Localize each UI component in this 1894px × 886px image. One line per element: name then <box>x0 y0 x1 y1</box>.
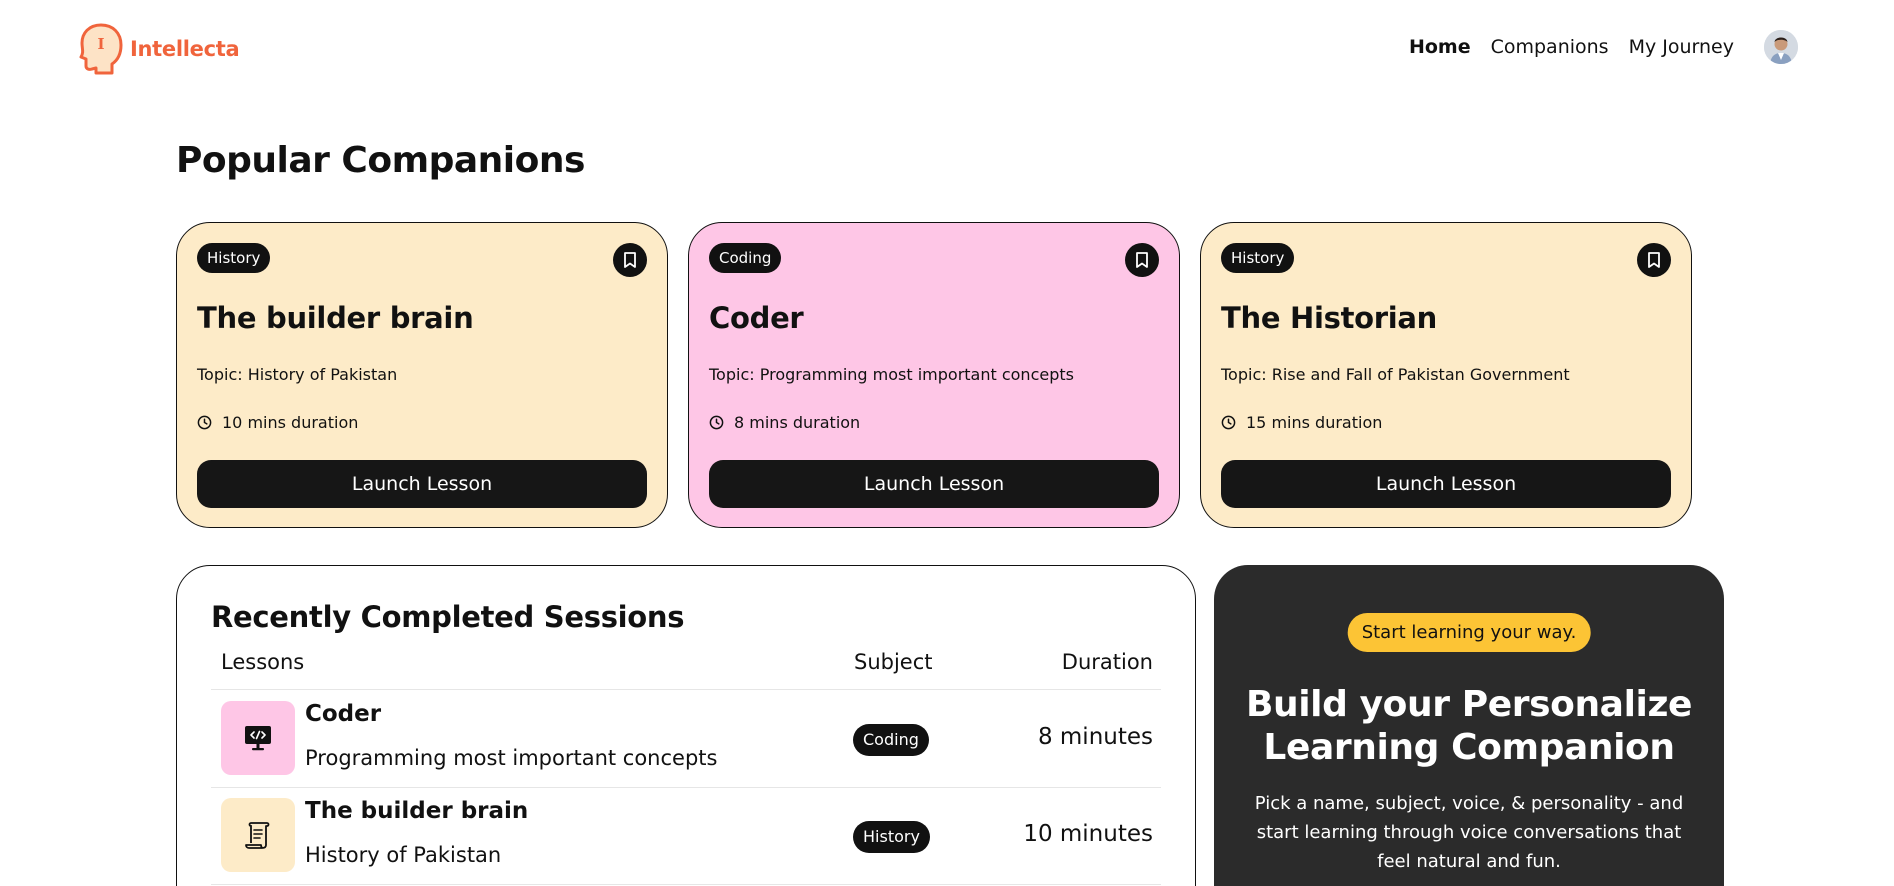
lesson-name: The builder brain <box>305 798 529 824</box>
clock-icon <box>197 415 212 430</box>
bookmark-button[interactable] <box>1637 243 1671 277</box>
subject-badge: History <box>1221 243 1295 273</box>
lesson-topic: Programming most important concepts <box>305 746 718 770</box>
user-avatar[interactable] <box>1764 30 1798 64</box>
bookmark-icon <box>1648 252 1660 268</box>
table-row[interactable]: The builder brain History of Pakistan Hi… <box>211 788 1161 885</box>
nav-link-home[interactable]: Home <box>1409 36 1471 58</box>
cta-pill-badge: Start learning your way. <box>1347 613 1591 652</box>
navbar: I Intellecta Home Companions My Journey <box>0 0 1894 96</box>
companion-name: The Historian <box>1221 301 1438 335</box>
brand-name: Intellecta <box>130 37 240 61</box>
user-avatar-image <box>1764 30 1798 64</box>
clock-icon <box>709 415 724 430</box>
companion-duration: 8 mins duration <box>709 413 860 432</box>
bookmark-button[interactable] <box>613 243 647 277</box>
head-logo-icon: I <box>79 23 123 75</box>
column-header-duration: Duration <box>1061 650 1153 674</box>
table-header: Lessons Subject Duration <box>211 650 1161 690</box>
companion-card: History The builder brain Topic: History… <box>176 222 668 528</box>
brand-logo[interactable]: I Intellecta <box>78 22 240 76</box>
lesson-duration: 8 minutes <box>1037 724 1153 750</box>
bookmark-icon <box>1136 252 1148 268</box>
subject-badge: History <box>197 243 271 273</box>
launch-lesson-button[interactable]: Launch Lesson <box>709 460 1159 508</box>
svg-text:I: I <box>97 35 104 53</box>
popular-companions-title: Popular Companions <box>176 140 585 181</box>
nav-link-my-journey[interactable]: My Journey <box>1629 36 1734 58</box>
cta-description: Pick a name, subject, voice, & personali… <box>1254 793 1684 872</box>
companion-duration: 15 mins duration <box>1221 413 1382 432</box>
lesson-icon-tile <box>221 798 295 872</box>
companion-name: The builder brain <box>197 301 474 335</box>
companion-card: History The Historian Topic: Rise and Fa… <box>1200 222 1692 528</box>
column-header-lessons: Lessons <box>221 650 305 674</box>
lesson-topic: History of Pakistan <box>305 843 502 867</box>
duration-text: 10 mins duration <box>222 413 359 432</box>
lesson-name: Coder <box>305 701 382 727</box>
subject-badge: Coding <box>853 724 929 756</box>
nav-links: Home Companions My Journey <box>1409 30 1798 64</box>
launch-lesson-button[interactable]: Launch Lesson <box>197 460 647 508</box>
companion-card: Coding Coder Topic: Programming most imp… <box>688 222 1180 528</box>
table-row[interactable]: Coder Programming most important concept… <box>211 691 1161 788</box>
companion-topic: Topic: History of Pakistan <box>197 365 398 384</box>
companion-name: Coder <box>709 301 804 335</box>
subject-badge: History <box>853 821 930 853</box>
column-header-subject: Subject <box>854 650 933 674</box>
clock-icon <box>1221 415 1236 430</box>
recent-sessions-panel: Recently Completed Sessions Lessons Subj… <box>176 565 1196 886</box>
companion-duration: 10 mins duration <box>197 413 358 432</box>
cta-title: Build your Personalize Learning Companio… <box>1245 684 1693 768</box>
code-monitor-icon <box>245 726 271 751</box>
launch-lesson-button[interactable]: Launch Lesson <box>1221 460 1671 508</box>
companion-topic: Topic: Rise and Fall of Pakistan Governm… <box>1221 365 1570 384</box>
nav-link-companions[interactable]: Companions <box>1491 36 1609 58</box>
companion-topic: Topic: Programming most important concep… <box>709 365 1074 384</box>
lesson-icon-tile <box>221 701 295 775</box>
bookmark-button[interactable] <box>1125 243 1159 277</box>
duration-text: 15 mins duration <box>1246 413 1383 432</box>
recent-sessions-title: Recently Completed Sessions <box>211 600 685 634</box>
bookmark-icon <box>624 252 636 268</box>
duration-text: 8 mins duration <box>734 413 861 432</box>
build-companion-cta: Start learning your way. Build your Pers… <box>1214 565 1724 886</box>
subject-badge: Coding <box>709 243 782 273</box>
scroll-icon <box>245 822 270 849</box>
lesson-duration: 10 minutes <box>1023 821 1153 847</box>
